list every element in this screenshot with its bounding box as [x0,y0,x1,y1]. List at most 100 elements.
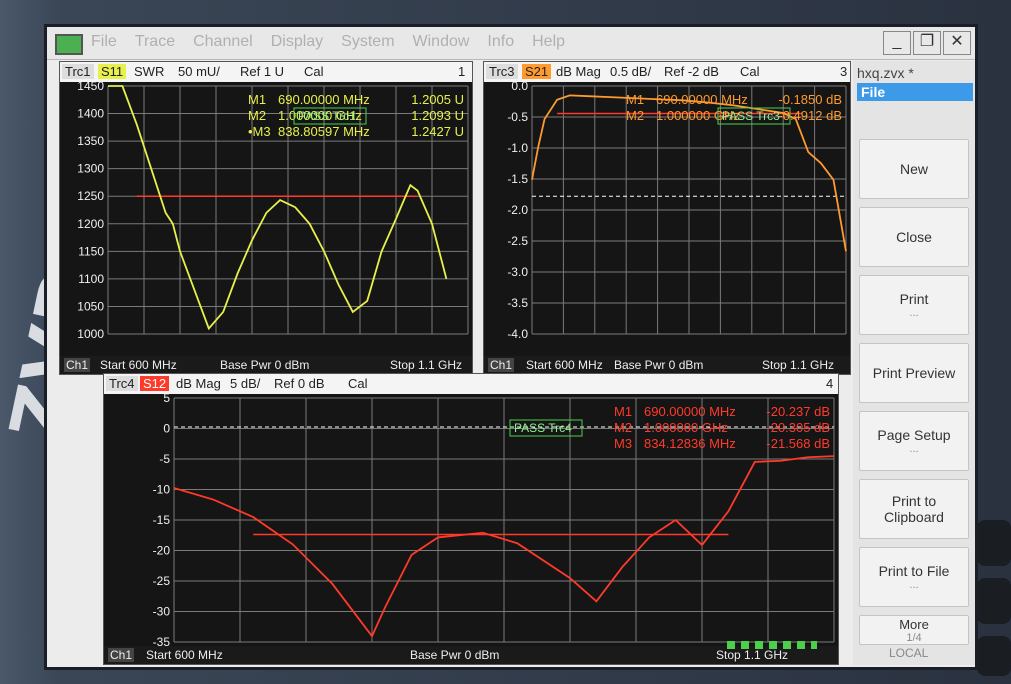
format-label[interactable]: dB Mag [176,376,221,391]
start-label[interactable]: Start 600 MHz [146,648,223,662]
trace-label[interactable]: Trc1 [62,64,94,79]
menu-trace[interactable]: Trace [135,33,175,51]
menu-window[interactable]: Window [413,33,470,51]
status-leds [727,641,817,649]
close-window-button[interactable]: ✕ [943,31,971,55]
param-label[interactable]: S21 [522,64,552,79]
start-label[interactable]: Start 600 MHz [526,358,603,372]
y-tick-label: -10 [153,483,171,497]
plot-area[interactable]: 1450 1400 1350 1300 1250 1200 1150 1100 1050 1000… [60,82,472,356]
menu-info[interactable]: Info [487,33,514,51]
trace-label[interactable]: Trc4 [106,376,138,391]
diagram-3[interactable]: Trc3 S21 dB Mag 0.5 dB/ Ref -2 dB Cal 3 … [483,61,851,375]
more-button[interactable]: More 1/4 [859,615,969,645]
hardware-button[interactable] [977,520,1011,566]
format-label[interactable]: dB Mag [556,64,601,79]
y-tick-label: 1300 [77,162,104,176]
y-tick-label: -30 [153,605,171,619]
y-tick-label: -15 [153,513,171,527]
new-button[interactable]: New [859,139,969,199]
ref-label[interactable]: Ref -2 dB [664,64,719,79]
menu-system[interactable]: System [341,33,394,51]
menubar: File Trace Channel Display System Window… [47,27,975,60]
ref-label[interactable]: Ref 1 U [240,64,284,79]
softkey-sub: ... [909,443,919,455]
y-tick-label: -35 [153,635,171,646]
marker-readout-y: -21.568 dB [766,436,830,451]
y-tick-label: 0.0 [511,82,528,93]
diagram-header: Trc3 S21 dB Mag 0.5 dB/ Ref -2 dB Cal 3 [484,62,850,82]
y-tick-label: -3.5 [507,296,528,310]
status-local: LOCAL [889,646,929,660]
hardware-button[interactable] [977,636,1011,676]
minimize-button[interactable]: _ [883,31,911,55]
ref-label[interactable]: Ref 0 dB [274,376,325,391]
channel-label[interactable]: Ch1 [108,648,135,662]
y-tick-label: -2.5 [507,234,528,248]
y-tick-label: -5 [159,452,170,466]
diagram-number: 4 [826,376,834,391]
format-label[interactable]: SWR [134,64,164,79]
scale-label[interactable]: 0.5 dB/ [610,64,651,79]
menu-file[interactable]: File [91,33,117,51]
restore-button[interactable]: ❐ [913,31,941,55]
stop-label[interactable]: Stop 1.1 GHz [390,358,462,372]
power-label[interactable]: Base Pwr 0 dBm [220,358,309,372]
softkey-menu-title: File [857,83,973,101]
power-label[interactable]: Base Pwr 0 dBm [410,648,499,662]
scale-label[interactable]: 5 dB/ [230,376,260,391]
app-icon [55,34,83,55]
pass-label: PASS Trc3 [722,109,780,123]
marker-readout-y: 1.2427 U [411,124,464,139]
param-label[interactable]: S11 [98,64,127,79]
close-button[interactable]: Close [859,207,969,267]
menu-channel[interactable]: Channel [193,33,253,51]
menu-display[interactable]: Display [271,33,323,51]
marker-readout-y: -20.305 dB [766,420,830,435]
y-tick-label: -1.5 [507,172,528,186]
y-tick-label: 1100 [78,272,104,286]
marker-readout-y: -0.1850 dB [778,92,842,107]
softkey-sub: 1/4 [906,631,922,644]
y-tick-label: -20 [153,544,171,558]
y-tick-label: -3.0 [507,265,528,279]
scale-label[interactable]: 50 mU/ [178,64,220,79]
marker-readout-x: 690.00000 MHz [656,92,748,107]
print-button[interactable]: Print... [859,275,969,335]
diagram-4[interactable]: Trc4 S12 dB Mag 5 dB/ Ref 0 dB Cal 4 5 0 -… [103,373,839,665]
print-to-file-button[interactable]: Print to File... [859,547,969,607]
y-tick-label: -4.0 [507,327,528,341]
channel-label[interactable]: Ch1 [488,358,515,372]
plot-area[interactable]: 5 0 -5 -10 -15 -20 -25 -30 -35 M1 690.00000 MHz -20… [104,394,838,646]
trace-label[interactable]: Trc3 [486,64,518,79]
plot-area[interactable]: 0.0 -0.5 -1.0 -1.5 -2.0 -2.5 -3.0 -3.5 -4.0 M1 690… [484,82,850,356]
param-label[interactable]: S12 [140,376,170,391]
softkey-sub: ... [909,307,919,319]
softkey-panel: hxq.zvx * File New Close Print... Print … [853,61,975,665]
menu: File Trace Channel Display System Window… [91,33,583,51]
print-preview-button[interactable]: Print Preview [859,343,969,403]
marker-readout-y: -20.237 dB [766,404,830,419]
stop-label[interactable]: Stop 1.1 GHz [762,358,834,372]
power-label[interactable]: Base Pwr 0 dBm [614,358,703,372]
page-setup-button[interactable]: Page Setup... [859,411,969,471]
y-tick-label: 1350 [77,134,104,148]
diagram-1[interactable]: Trc1 S11 SWR 50 mU/ Ref 1 U Cal 1 1450 14… [59,61,473,375]
y-tick-label: 1400 [77,107,104,121]
marker-readout-name: M3 [614,436,632,451]
start-label[interactable]: Start 600 MHz [100,358,177,372]
y-tick-label: 1250 [77,189,104,203]
marker-readout-name: M1 [626,92,644,107]
y-tick-label: -2.0 [507,203,528,217]
marker-readout-x: 834.12836 MHz [644,436,736,451]
stop-label[interactable]: Stop 1.1 GHz [716,648,788,662]
hardware-button[interactable] [977,578,1011,624]
menu-help[interactable]: Help [532,33,565,51]
pass-label: PASS Trc4 [514,421,572,435]
softkey-label: More [899,616,929,632]
y-tick-label: 1000 [77,327,104,341]
channel-label[interactable]: Ch1 [64,358,91,372]
print-to-clipboard-button[interactable]: Print to Clipboard [859,479,969,539]
y-tick-label: 5 [163,394,170,405]
cal-label: Cal [348,376,368,391]
